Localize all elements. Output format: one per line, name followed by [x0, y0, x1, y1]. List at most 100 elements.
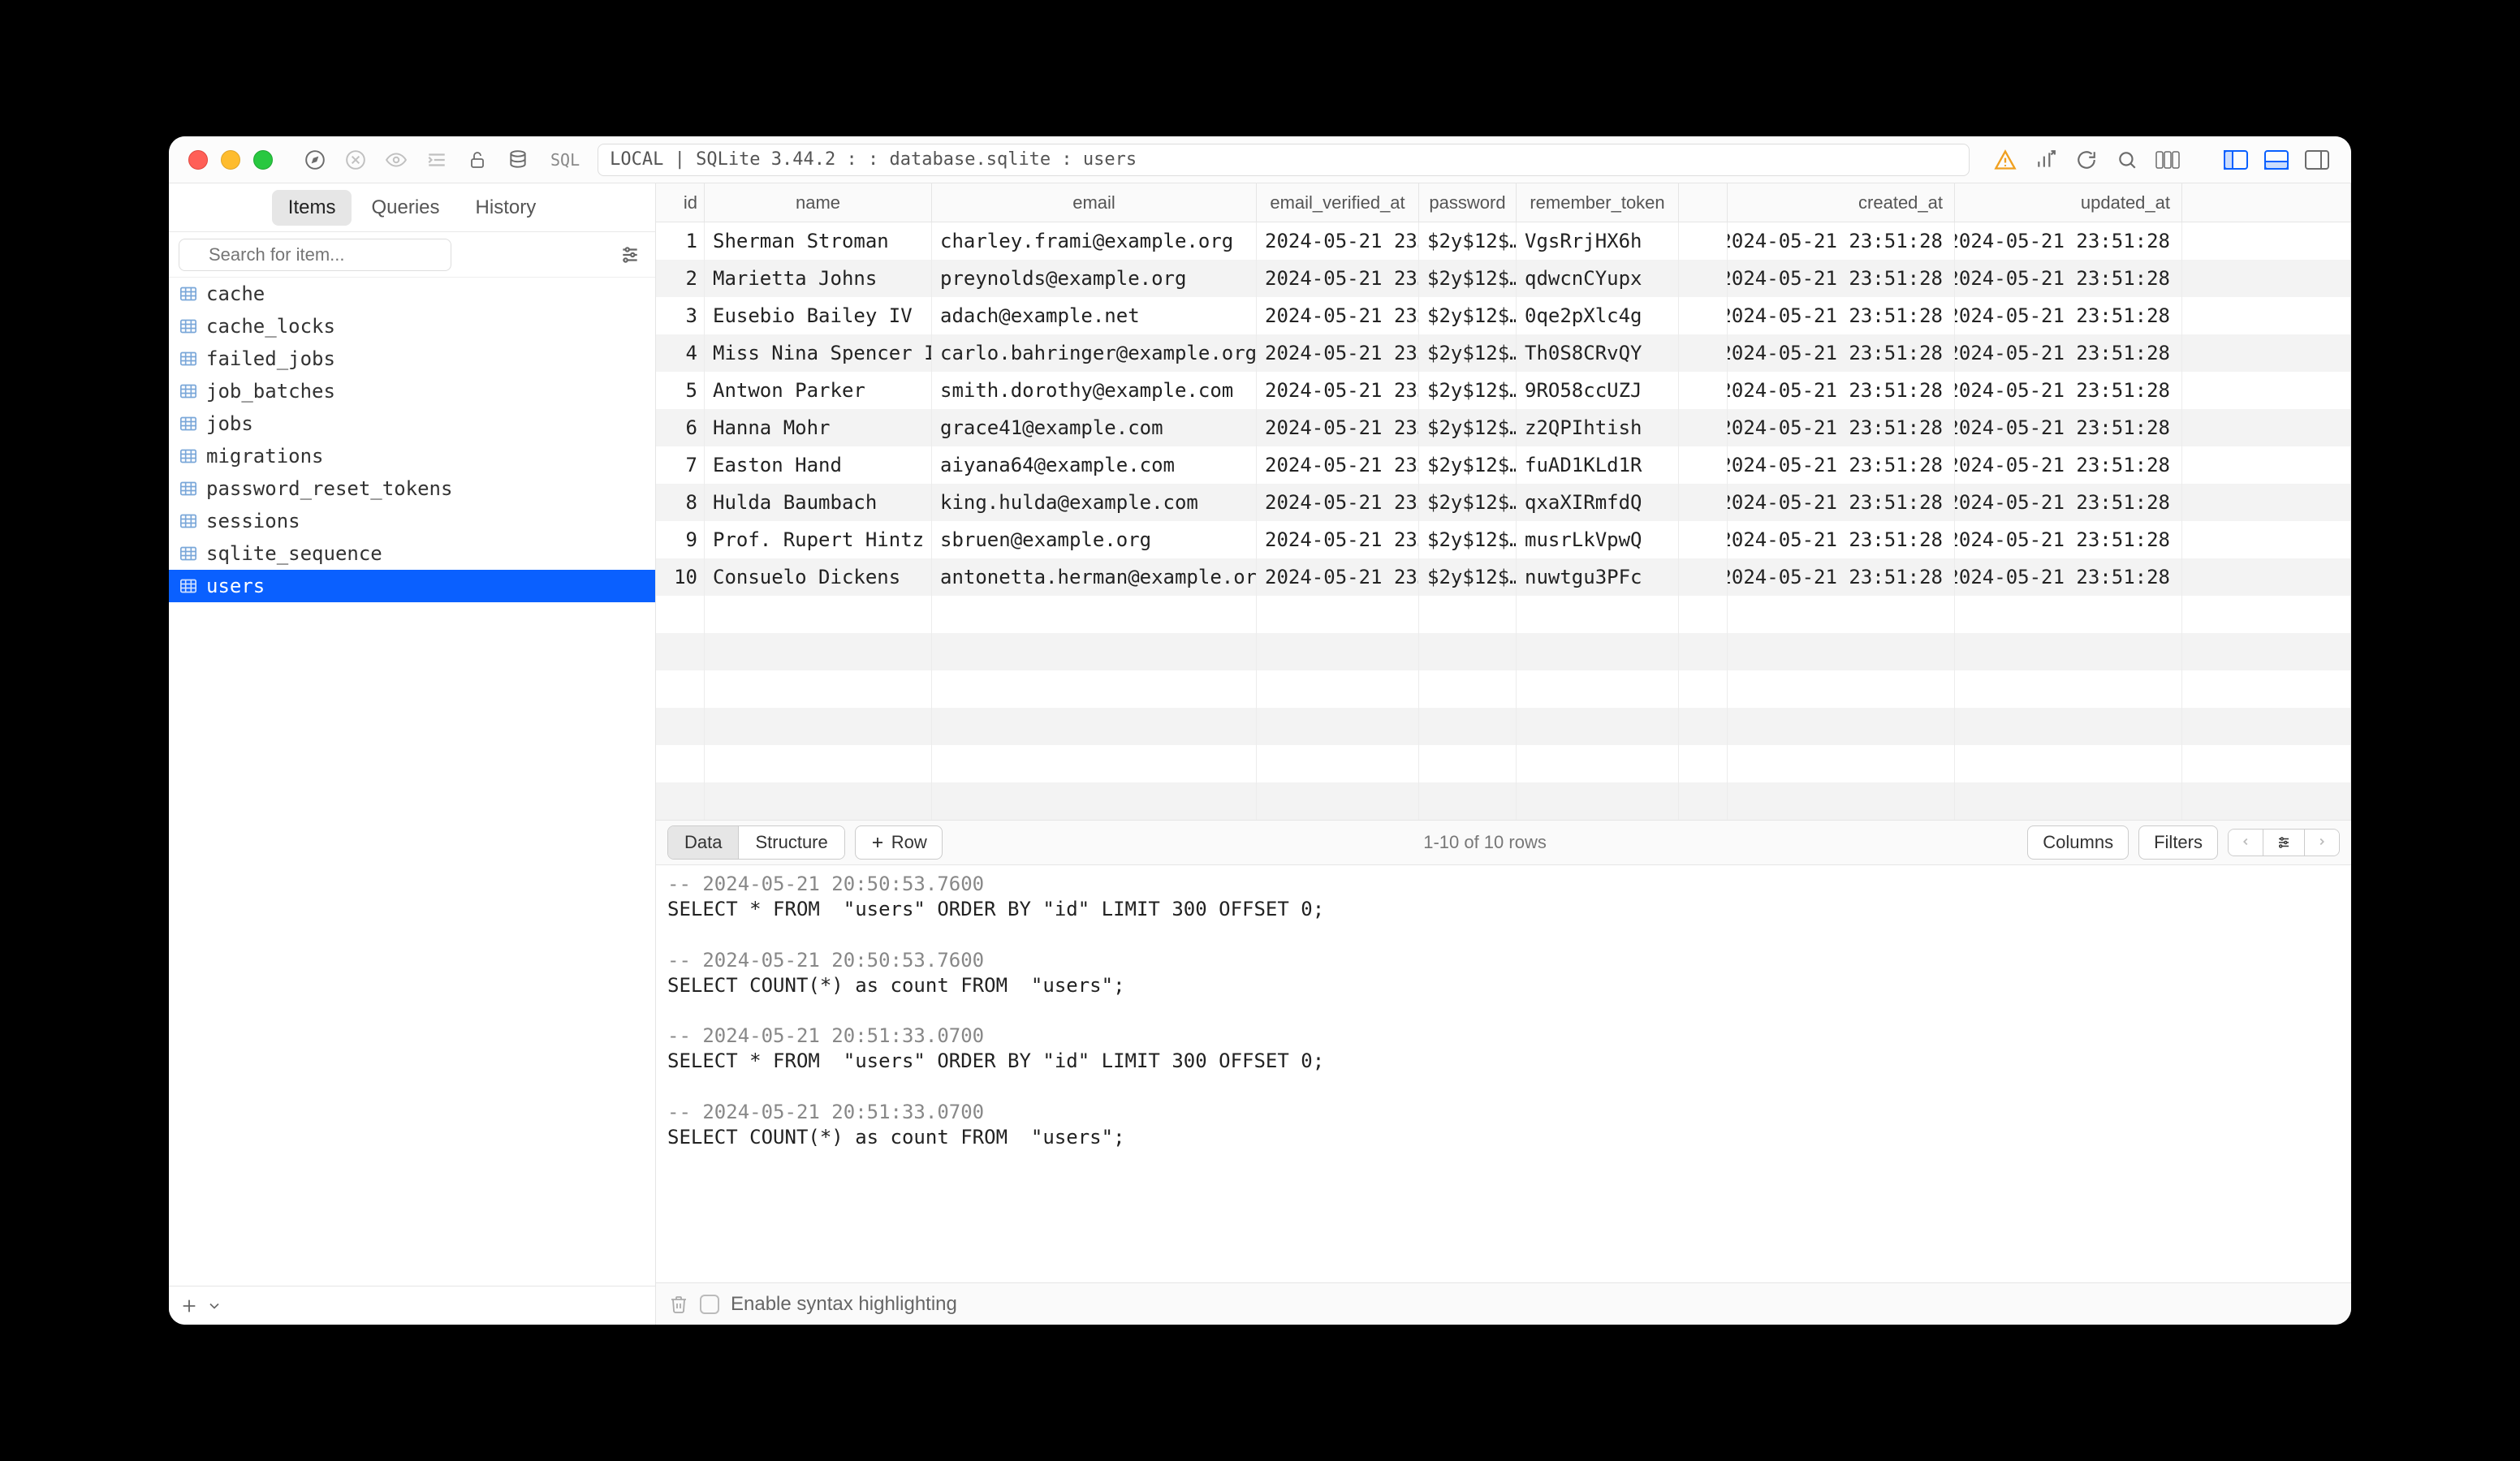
cell-created-at[interactable]: 2024-05-21 23:51:28: [1728, 334, 1955, 372]
cell-created-at[interactable]: 2024-05-21 23:51:28: [1728, 521, 1955, 558]
trash-icon[interactable]: [669, 1294, 688, 1315]
cell-email-verified[interactable]: 2024-05-21 23…: [1257, 334, 1419, 372]
cell-password[interactable]: $2y$12$…: [1419, 260, 1517, 297]
cell-remember-token[interactable]: 0qe2pXlc4g: [1517, 297, 1679, 334]
table-row[interactable]: 6Hanna Mohrgrace41@example.com2024-05-21…: [656, 409, 2351, 446]
chart-icon[interactable]: [2031, 145, 2060, 175]
plus-icon[interactable]: [180, 1297, 198, 1315]
sidebar-item-failed-jobs[interactable]: failed_jobs: [169, 343, 655, 375]
cell-email[interactable]: aiyana64@example.com: [932, 446, 1257, 484]
next-page-button[interactable]: [2304, 830, 2339, 855]
bottom-panel-toggle-icon[interactable]: [2262, 145, 2291, 175]
cell-password[interactable]: $2y$12$…: [1419, 334, 1517, 372]
table-row[interactable]: 3Eusebio Bailey IVadach@example.net2024-…: [656, 297, 2351, 334]
cell-email-verified[interactable]: 2024-05-21 23…: [1257, 484, 1419, 521]
cell-id[interactable]: 1: [656, 222, 705, 260]
cell-email[interactable]: preynolds@example.org: [932, 260, 1257, 297]
cell-remember-token[interactable]: fuAD1KLd1R: [1517, 446, 1679, 484]
table-row[interactable]: 10Consuelo Dickensantonetta.herman@examp…: [656, 558, 2351, 596]
cell-email-verified[interactable]: 2024-05-21 23…: [1257, 409, 1419, 446]
seg-data-button[interactable]: Data: [668, 826, 738, 859]
cell-updated-at[interactable]: 2024-05-21 23:51:28: [1955, 521, 2182, 558]
cell-remember-token[interactable]: qxaXIRmfdQ: [1517, 484, 1679, 521]
cell-id[interactable]: 8: [656, 484, 705, 521]
syntax-highlight-checkbox[interactable]: [700, 1295, 719, 1314]
cell-id[interactable]: 7: [656, 446, 705, 484]
cell-name[interactable]: Prof. Rupert Hintz: [705, 521, 932, 558]
cell-id[interactable]: 4: [656, 334, 705, 372]
cell-updated-at[interactable]: 2024-05-21 23:51:28: [1955, 222, 2182, 260]
col-updated-at[interactable]: updated_at: [1955, 183, 2182, 222]
stop-icon[interactable]: [341, 145, 370, 175]
warning-icon[interactable]: [1991, 145, 2020, 175]
col-email-verified[interactable]: email_verified_at: [1257, 183, 1419, 222]
cell-remember-token[interactable]: 9RO58ccUZJ: [1517, 372, 1679, 409]
cell-email[interactable]: carlo.bahringer@example.org: [932, 334, 1257, 372]
col-name[interactable]: name: [705, 183, 932, 222]
cell-email[interactable]: smith.dorothy@example.com: [932, 372, 1257, 409]
indent-icon[interactable]: [422, 145, 451, 175]
cell-email[interactable]: adach@example.net: [932, 297, 1257, 334]
add-row-button[interactable]: Row: [855, 825, 943, 860]
cell-email-verified[interactable]: 2024-05-21 23…: [1257, 521, 1419, 558]
cell-password[interactable]: $2y$12$…: [1419, 558, 1517, 596]
close-window-button[interactable]: [188, 150, 208, 170]
table-body[interactable]: 1Sherman Stromancharley.frami@example.or…: [656, 222, 2351, 820]
cell-password[interactable]: $2y$12$…: [1419, 297, 1517, 334]
lock-icon[interactable]: [463, 145, 492, 175]
col-id[interactable]: id: [656, 183, 705, 222]
cell-password[interactable]: $2y$12$…: [1419, 372, 1517, 409]
compass-icon[interactable]: [300, 145, 330, 175]
cell-name[interactable]: Antwon Parker: [705, 372, 932, 409]
sidebar-item-sqlite-sequence[interactable]: sqlite_sequence: [169, 537, 655, 570]
table-row[interactable]: 1Sherman Stromancharley.frami@example.or…: [656, 222, 2351, 260]
cell-password[interactable]: $2y$12$…: [1419, 409, 1517, 446]
columns-button[interactable]: Columns: [2027, 825, 2129, 860]
cell-id[interactable]: 5: [656, 372, 705, 409]
cell-updated-at[interactable]: 2024-05-21 23:51:28: [1955, 334, 2182, 372]
cell-email-verified[interactable]: 2024-05-21 23…: [1257, 222, 1419, 260]
cell-password[interactable]: $2y$12$…: [1419, 446, 1517, 484]
sidebar-tab-queries[interactable]: Queries: [355, 190, 455, 226]
sidebar-tab-items[interactable]: Items: [272, 190, 352, 226]
cell-email[interactable]: sbruen@example.org: [932, 521, 1257, 558]
cell-name[interactable]: Marietta Johns: [705, 260, 932, 297]
cell-created-at[interactable]: 2024-05-21 23:51:28: [1728, 222, 1955, 260]
table-row[interactable]: 4Miss Nina Spencer Icarlo.bahringer@exam…: [656, 334, 2351, 372]
sidebar-item-jobs[interactable]: jobs: [169, 407, 655, 440]
cell-remember-token[interactable]: z2QPIhtish: [1517, 409, 1679, 446]
table-row[interactable]: 2Marietta Johnspreynolds@example.org2024…: [656, 260, 2351, 297]
cell-created-at[interactable]: 2024-05-21 23:51:28: [1728, 558, 1955, 596]
cell-name[interactable]: Miss Nina Spencer I: [705, 334, 932, 372]
prev-page-button[interactable]: [2229, 830, 2263, 855]
cell-email-verified[interactable]: 2024-05-21 23…: [1257, 372, 1419, 409]
cell-updated-at[interactable]: 2024-05-21 23:51:28: [1955, 409, 2182, 446]
cell-password[interactable]: $2y$12$…: [1419, 521, 1517, 558]
cell-updated-at[interactable]: 2024-05-21 23:51:28: [1955, 372, 2182, 409]
database-icon[interactable]: [503, 145, 533, 175]
cell-email-verified[interactable]: 2024-05-21 23…: [1257, 558, 1419, 596]
zoom-window-button[interactable]: [253, 150, 273, 170]
table-row[interactable]: 7Easton Handaiyana64@example.com2024-05-…: [656, 446, 2351, 484]
cell-email[interactable]: grace41@example.com: [932, 409, 1257, 446]
col-password[interactable]: password: [1419, 183, 1517, 222]
chevron-down-icon[interactable]: [206, 1298, 222, 1314]
sidebar-item-cache-locks[interactable]: cache_locks: [169, 310, 655, 343]
cell-id[interactable]: 10: [656, 558, 705, 596]
sidebar-tab-history[interactable]: History: [460, 190, 553, 226]
cell-updated-at[interactable]: 2024-05-21 23:51:28: [1955, 297, 2182, 334]
page-settings-button[interactable]: [2263, 830, 2304, 855]
panels-icon[interactable]: [2153, 145, 2182, 175]
cell-created-at[interactable]: 2024-05-21 23:51:28: [1728, 409, 1955, 446]
sidebar-search-input[interactable]: [179, 239, 451, 271]
search-icon[interactable]: [2112, 145, 2142, 175]
cell-id[interactable]: 6: [656, 409, 705, 446]
cell-name[interactable]: Hanna Mohr: [705, 409, 932, 446]
cell-remember-token[interactable]: qdwcnCYupx: [1517, 260, 1679, 297]
sidebar-item-sessions[interactable]: sessions: [169, 505, 655, 537]
table-row[interactable]: 9Prof. Rupert Hintzsbruen@example.org202…: [656, 521, 2351, 558]
filters-button[interactable]: Filters: [2138, 825, 2218, 860]
seg-structure-button[interactable]: Structure: [738, 826, 844, 859]
cell-updated-at[interactable]: 2024-05-21 23:51:28: [1955, 484, 2182, 521]
cell-created-at[interactable]: 2024-05-21 23:51:28: [1728, 260, 1955, 297]
